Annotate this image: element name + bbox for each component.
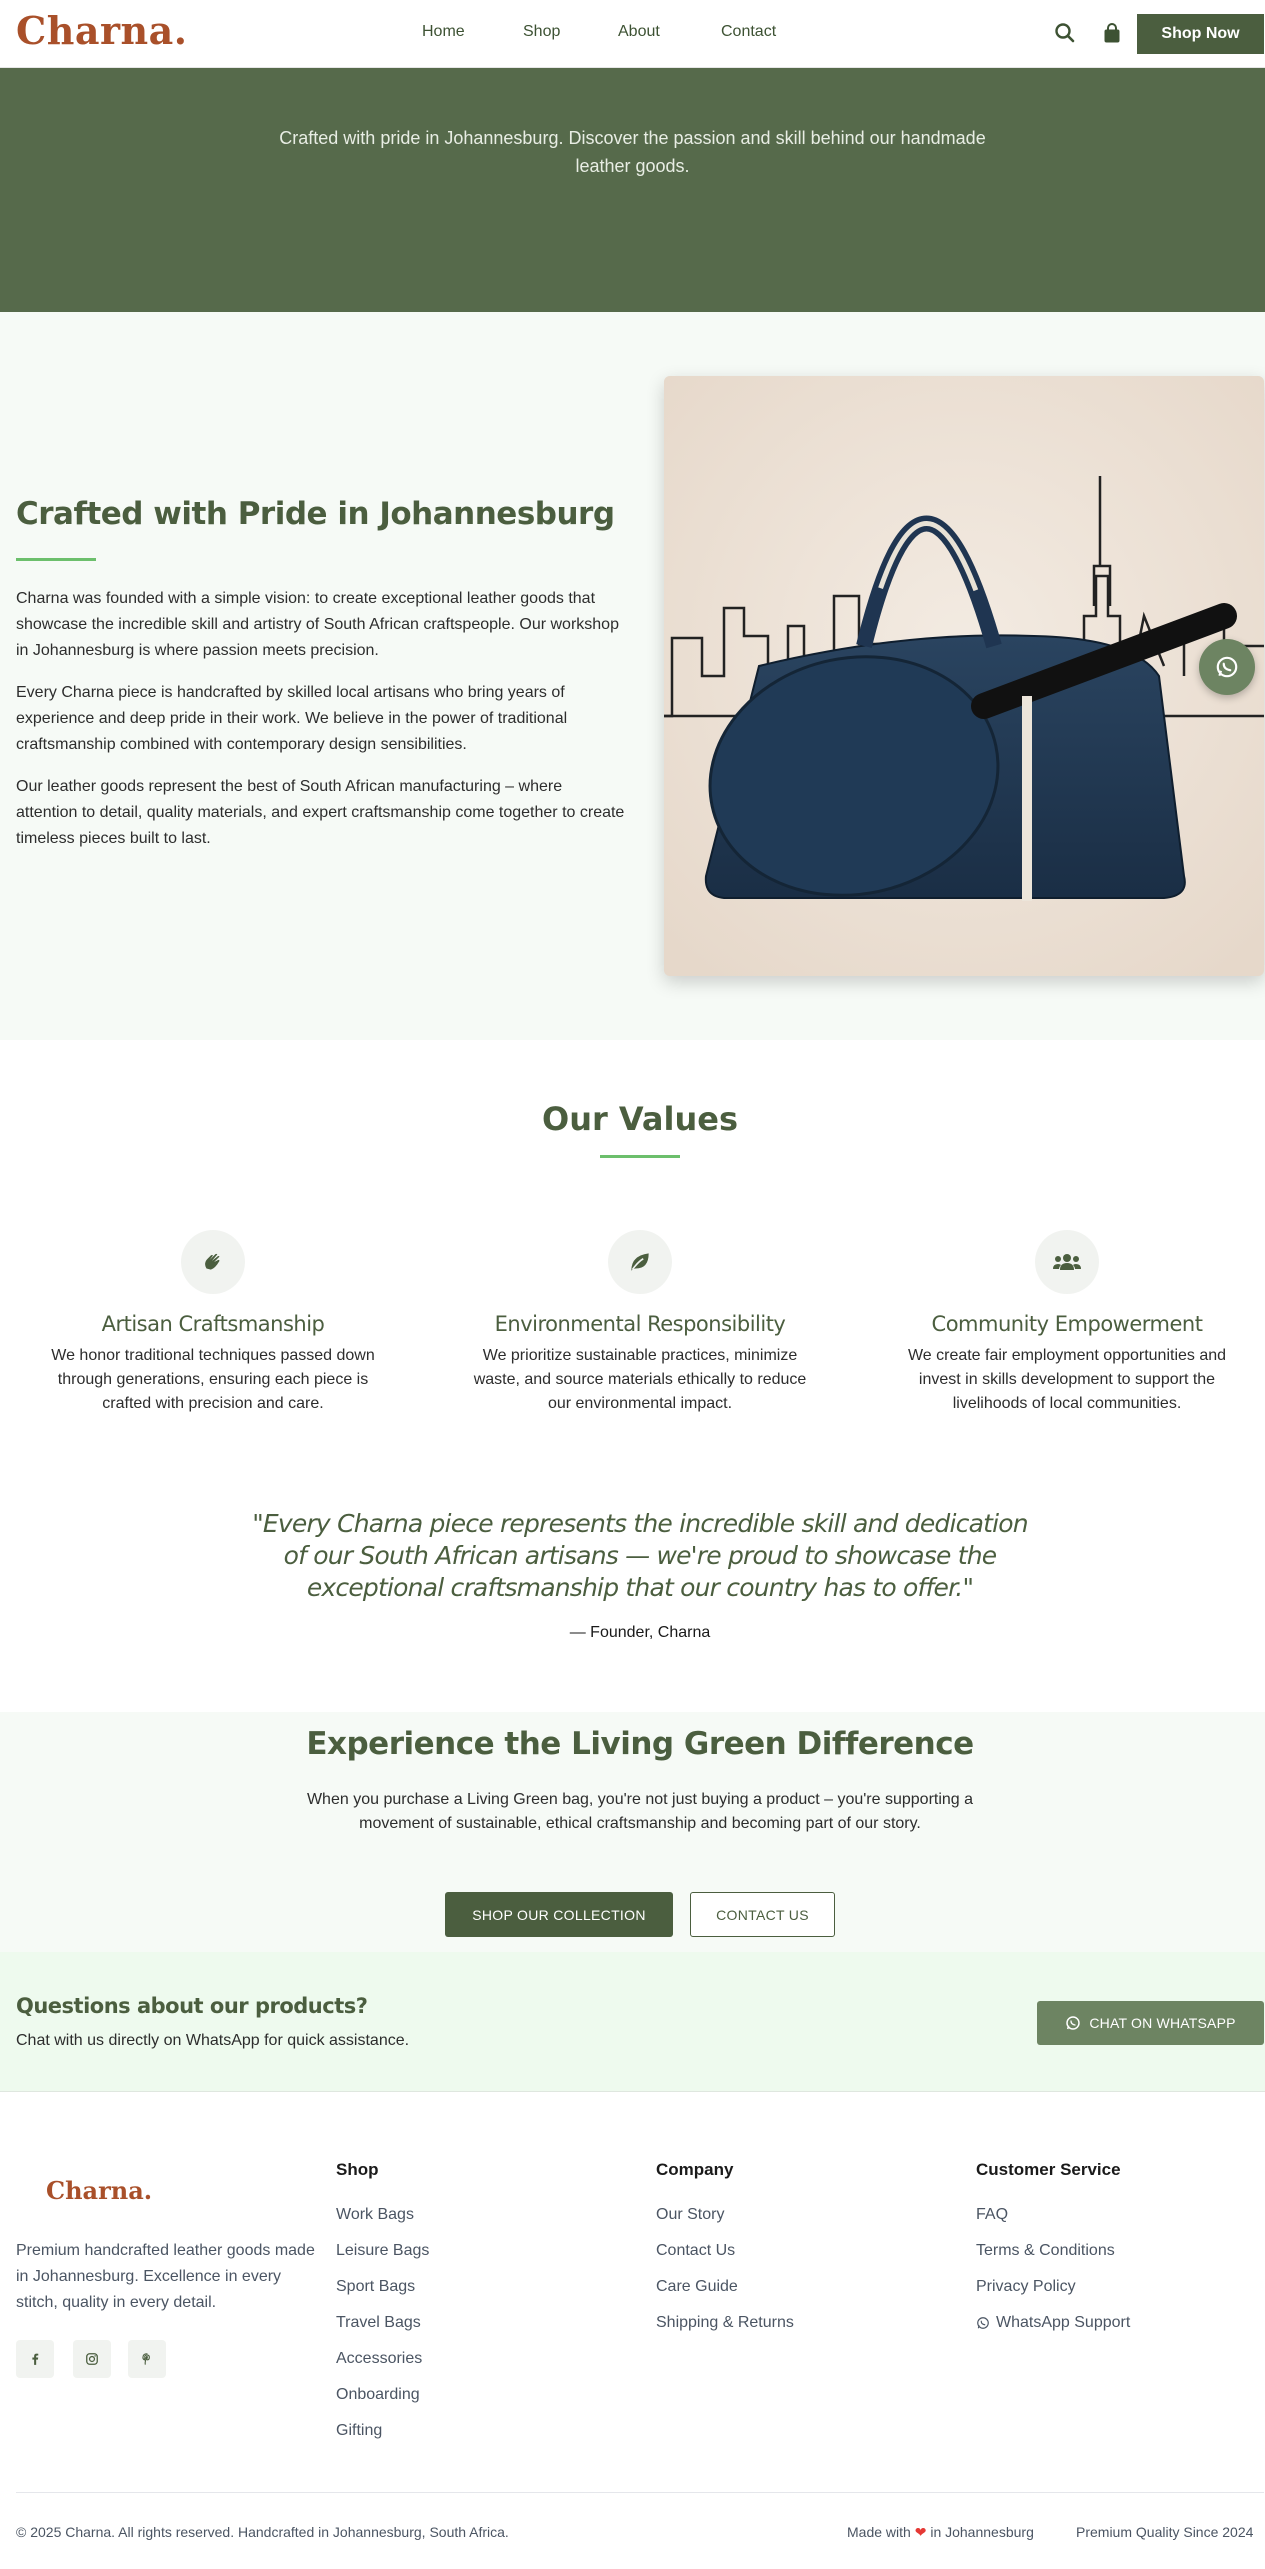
whatsapp-icon xyxy=(1066,2016,1081,2030)
story-paragraph: Every Charna piece is handcrafted by ski… xyxy=(16,684,568,753)
nav-shop[interactable]: Shop xyxy=(523,23,560,41)
site-header: Charna. Home Shop About Contact Shop Now xyxy=(0,0,1265,68)
shop-now-button[interactable]: Shop Now xyxy=(1137,14,1264,54)
shop-collection-button[interactable]: SHOP OUR COLLECTION xyxy=(445,1892,673,1937)
footer-link-faq[interactable]: FAQ xyxy=(976,2197,1130,2233)
value-card: Environmental Responsibility We prioriti… xyxy=(450,1230,830,1416)
footer-link-contact-us[interactable]: Contact Us xyxy=(656,2233,794,2269)
cta-text: When you purchase a Living Green bag, yo… xyxy=(306,1791,974,1832)
footer-logo[interactable]: Charna. xyxy=(46,2176,152,2205)
whatsapp-button-label: CHAT ON WHATSAPP xyxy=(1089,2015,1236,2031)
title-underline xyxy=(16,558,96,561)
value-card: Community Empowerment We create fair emp… xyxy=(877,1230,1257,1416)
footer-link-whatsapp-support[interactable]: WhatsApp Support xyxy=(976,2305,1130,2341)
footer-column-title: Company xyxy=(656,2160,734,2179)
footer-divider xyxy=(16,2492,1264,2493)
whatsapp-text: Chat with us directly on WhatsApp for qu… xyxy=(16,2032,410,2049)
nav-about[interactable]: About xyxy=(618,23,660,41)
story-paragraph: Charna was founded with a simple vision:… xyxy=(16,590,619,659)
footer-link-care-guide[interactable]: Care Guide xyxy=(656,2269,794,2305)
heart-icon: ❤ xyxy=(914,2524,927,2540)
footer-column-title: Customer Service xyxy=(976,2160,1121,2179)
story-title: Crafted with Pride in Johannesburg xyxy=(16,496,615,532)
values-title: Our Values xyxy=(541,1100,738,1138)
hero-subtitle: Crafted with pride in Johannesburg. Disc… xyxy=(279,128,986,176)
value-text: We create fair employment opportunities … xyxy=(907,1347,1227,1412)
footer-description: Premium handcrafted leather goods made i… xyxy=(16,2242,315,2311)
brand-logo[interactable]: Charna. xyxy=(16,8,188,53)
value-title: Environmental Responsibility xyxy=(494,1312,786,1336)
whatsapp-title: Questions about our products? xyxy=(16,1994,368,2018)
contact-us-button[interactable]: CONTACT US xyxy=(690,1892,835,1937)
cta-title: Experience the Living Green Difference xyxy=(306,1726,974,1762)
footer-link-label: WhatsApp Support xyxy=(996,2314,1131,2331)
footer-service-column: Customer Service FAQ Terms & Conditions … xyxy=(976,2160,1130,2341)
facebook-icon[interactable] xyxy=(16,2340,54,2378)
footer-link-accessories[interactable]: Accessories xyxy=(336,2341,429,2377)
pinterest-icon[interactable] xyxy=(128,2340,166,2378)
made-with-prefix: Made with xyxy=(847,2524,911,2540)
product-image xyxy=(664,376,1264,976)
nav-contact[interactable]: Contact xyxy=(721,23,776,41)
footer-link-travel-bags[interactable]: Travel Bags xyxy=(336,2305,429,2341)
footer-link-terms[interactable]: Terms & Conditions xyxy=(976,2233,1130,2269)
footer-link-work-bags[interactable]: Work Bags xyxy=(336,2197,429,2233)
nav-home[interactable]: Home xyxy=(422,23,465,41)
footer-column-title: Shop xyxy=(336,2160,379,2179)
footer-link-gifting[interactable]: Gifting xyxy=(336,2413,429,2449)
footer-link-privacy[interactable]: Privacy Policy xyxy=(976,2269,1130,2305)
people-icon xyxy=(1035,1230,1099,1294)
footer-link-onboarding[interactable]: Onboarding xyxy=(336,2377,429,2413)
value-card: Artisan Craftsmanship We honor tradition… xyxy=(23,1230,403,1416)
hands-icon xyxy=(181,1230,245,1294)
leaf-icon xyxy=(608,1230,672,1294)
story-paragraph: Our leather goods represent the best of … xyxy=(16,778,625,847)
copyright-text: © 2025 Charna. All rights reserved. Hand… xyxy=(16,2524,509,2540)
footer-link-shipping-returns[interactable]: Shipping & Returns xyxy=(656,2305,794,2341)
whatsapp-icon xyxy=(977,2317,989,2329)
footer-shop-column: Shop Work Bags Leisure Bags Sport Bags T… xyxy=(336,2160,429,2449)
made-with-text: Made with ❤ in Johannesburg xyxy=(847,2524,1034,2541)
footer-link-leisure-bags[interactable]: Leisure Bags xyxy=(336,2233,429,2269)
chat-whatsapp-button[interactable]: CHAT ON WHATSAPP xyxy=(1037,2001,1264,2045)
quote-author: — Founder, Charna xyxy=(569,1624,711,1641)
title-underline xyxy=(600,1155,680,1158)
value-title: Community Empowerment xyxy=(931,1312,1203,1336)
instagram-icon[interactable] xyxy=(73,2340,111,2378)
footer-company-column: Company Our Story Contact Us Care Guide … xyxy=(656,2160,794,2341)
quality-text: Premium Quality Since 2024 xyxy=(1076,2524,1254,2540)
value-title: Artisan Craftsmanship xyxy=(101,1312,325,1336)
footer-link-our-story[interactable]: Our Story xyxy=(656,2197,794,2233)
made-with-suffix: in Johannesburg xyxy=(930,2524,1034,2540)
shopping-bag-icon[interactable] xyxy=(1100,21,1124,45)
hero-band xyxy=(0,68,1265,312)
value-text: We honor traditional techniques passed d… xyxy=(51,1347,375,1412)
footer-link-sport-bags[interactable]: Sport Bags xyxy=(336,2269,429,2305)
whatsapp-float-button[interactable] xyxy=(1199,639,1255,695)
founder-quote: "Every Charna piece represents the incre… xyxy=(252,1509,1028,1602)
search-icon[interactable] xyxy=(1053,21,1077,45)
value-text: We prioritize sustainable practices, min… xyxy=(473,1347,807,1412)
